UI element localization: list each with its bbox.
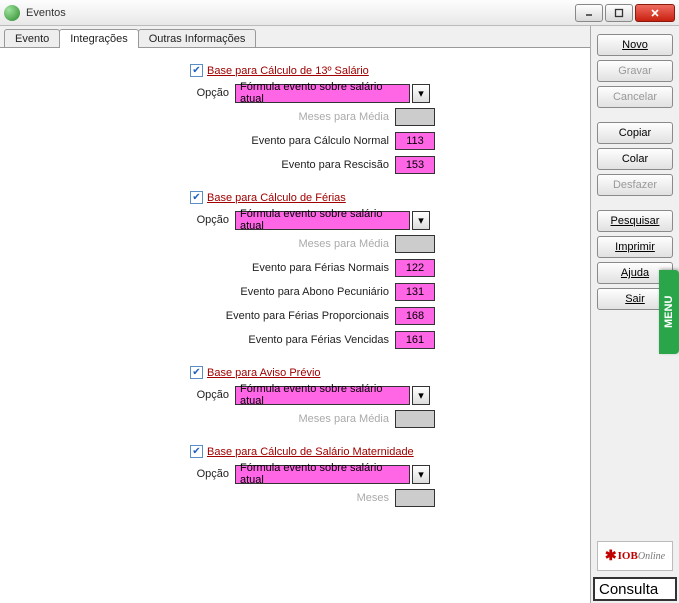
colar-button[interactable]: Colar: [597, 148, 673, 170]
section-aviso: ✔ Base para Aviso Prévio Opção Fórmula e…: [0, 366, 590, 431]
dropdown-ferias-opcao[interactable]: Fórmula evento sobre salário atual ▾: [235, 211, 430, 230]
main-panel: Evento Integrações Outras Informações ✔ …: [0, 26, 591, 603]
consulta-label[interactable]: Consulta: [593, 577, 677, 601]
tab-outras[interactable]: Outras Informações: [138, 29, 257, 47]
cancelar-button: Cancelar: [597, 86, 673, 108]
app-icon: [4, 5, 20, 21]
tab-bar: Evento Integrações Outras Informações: [0, 26, 590, 48]
pesquisar-button[interactable]: Pesquisar: [597, 210, 673, 232]
window-title: Eventos: [26, 7, 575, 19]
gravar-button: Gravar: [597, 60, 673, 82]
link-aviso[interactable]: Base para Aviso Prévio: [207, 367, 321, 379]
field-decimo-calc-normal[interactable]: 113: [395, 132, 435, 150]
copiar-button[interactable]: Copiar: [597, 122, 673, 144]
section-maternidade: ✔ Base para Cálculo de Salário Maternida…: [0, 445, 590, 510]
label-ferias-opcao: Opção: [0, 214, 235, 226]
field-ferias-normais[interactable]: 122: [395, 259, 435, 277]
dropdown-decimo-opcao[interactable]: Fórmula evento sobre salário atual ▾: [235, 84, 430, 103]
star-icon: ✱: [605, 548, 617, 565]
link-maternidade[interactable]: Base para Cálculo de Salário Maternidade: [207, 446, 414, 458]
dropdown-decimo-value: Fórmula evento sobre salário atual: [235, 84, 410, 103]
tab-integracoes[interactable]: Integrações: [59, 29, 138, 48]
field-decimo-meses: [395, 108, 435, 126]
field-aviso-meses: [395, 410, 435, 428]
link-ferias[interactable]: Base para Cálculo de Férias: [207, 192, 346, 204]
tab-evento[interactable]: Evento: [4, 29, 60, 47]
window-buttons: [575, 4, 675, 22]
novo-button[interactable]: Novo: [597, 34, 673, 56]
chevron-down-icon[interactable]: ▾: [412, 211, 430, 230]
field-maternidade-meses: [395, 489, 435, 507]
logo-suffix: Online: [638, 551, 665, 562]
label-decimo-rescisao: Evento para Rescisão: [0, 159, 395, 171]
dropdown-ferias-value: Fórmula evento sobre salário atual: [235, 211, 410, 230]
minimize-button[interactable]: [575, 4, 603, 22]
maximize-button[interactable]: [605, 4, 633, 22]
field-ferias-meses: [395, 235, 435, 253]
checkbox-decimo[interactable]: ✔: [190, 64, 203, 77]
label-ferias-meses: Meses para Média: [0, 238, 395, 250]
field-decimo-rescisao[interactable]: 153: [395, 156, 435, 174]
titlebar: Eventos: [0, 0, 679, 26]
label-maternidade-meses: Meses: [0, 492, 395, 504]
label-decimo-opcao: Opção: [0, 87, 235, 99]
link-decimo[interactable]: Base para Cálculo de 13º Salário: [207, 65, 369, 77]
chevron-down-icon[interactable]: ▾: [412, 84, 430, 103]
menu-side-tab[interactable]: MENU: [659, 270, 679, 354]
logo-brand: IOB: [618, 550, 638, 562]
label-ferias-proporcionais: Evento para Férias Proporcionais: [0, 310, 395, 322]
label-aviso-opcao: Opção: [0, 389, 235, 401]
checkbox-aviso[interactable]: ✔: [190, 366, 203, 379]
field-ferias-vencidas[interactable]: 161: [395, 331, 435, 349]
label-aviso-meses: Meses para Média: [0, 413, 395, 425]
label-ferias-vencidas: Evento para Férias Vencidas: [0, 334, 395, 346]
checkbox-maternidade[interactable]: ✔: [190, 445, 203, 458]
chevron-down-icon[interactable]: ▾: [412, 465, 430, 484]
dropdown-aviso-value: Fórmula evento sobre salário atual: [235, 386, 410, 405]
form-area: ✔ Base para Cálculo de 13º Salário Opção…: [0, 48, 590, 603]
checkbox-ferias[interactable]: ✔: [190, 191, 203, 204]
close-button[interactable]: [635, 4, 675, 22]
dropdown-maternidade-opcao[interactable]: Fórmula evento sobre salário atual ▾: [235, 465, 430, 484]
field-ferias-abono[interactable]: 131: [395, 283, 435, 301]
field-ferias-proporcionais[interactable]: 168: [395, 307, 435, 325]
chevron-down-icon[interactable]: ▾: [412, 386, 430, 405]
label-decimo-calc-normal: Evento para Cálculo Normal: [0, 135, 395, 147]
dropdown-maternidade-value: Fórmula evento sobre salário atual: [235, 465, 410, 484]
label-ferias-abono: Evento para Abono Pecuniário: [0, 286, 395, 298]
desfazer-button: Desfazer: [597, 174, 673, 196]
dropdown-aviso-opcao[interactable]: Fórmula evento sobre salário atual ▾: [235, 386, 430, 405]
label-ferias-normais: Evento para Férias Normais: [0, 262, 395, 274]
label-maternidade-opcao: Opção: [0, 468, 235, 480]
label-decimo-meses: Meses para Média: [0, 111, 395, 123]
iob-logo[interactable]: ✱ IOB Online: [597, 541, 673, 571]
section-decimo: ✔ Base para Cálculo de 13º Salário Opção…: [0, 64, 590, 177]
imprimir-button[interactable]: Imprimir: [597, 236, 673, 258]
section-ferias: ✔ Base para Cálculo de Férias Opção Fórm…: [0, 191, 590, 352]
